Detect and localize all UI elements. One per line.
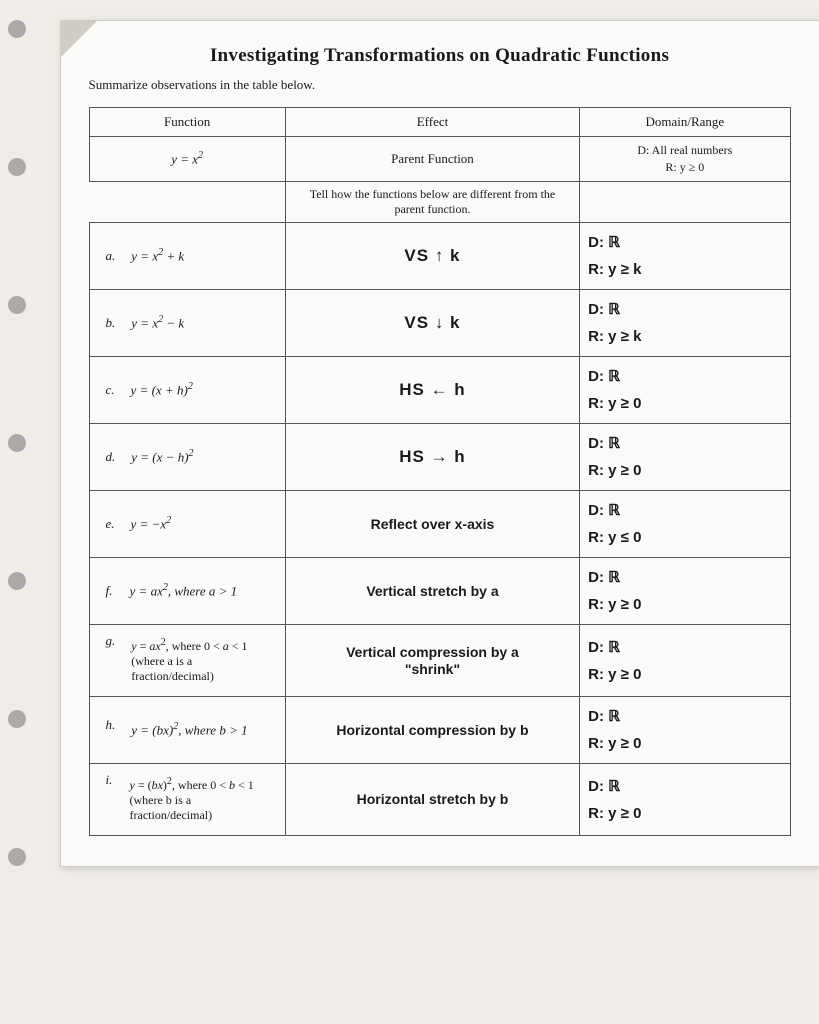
parent-domain-range: D: All real numbers R: y ≥ 0 <box>580 137 790 182</box>
row-g: g. y = ax2, where 0 < a < 1 (where a is … <box>89 625 790 697</box>
row-c-function: c. y = (x + h)2 <box>89 357 285 424</box>
page-title: Investigating Transformations on Quadrat… <box>89 45 791 67</box>
tell-blank-left <box>89 182 285 223</box>
parent-domain: D: All real numbers <box>588 143 781 158</box>
domain-f: D: ℝ R: y ≥ 0 <box>580 558 790 625</box>
row-a: a. y = x2 + k VS ↑ k D: ℝ R: y ≥ k <box>89 223 790 290</box>
effect-a: VS ↑ k <box>285 223 579 290</box>
subtitle: Summarize observations in the table belo… <box>89 77 791 93</box>
func-i: y = (bx)2, where 0 < b < 1 (where b is a… <box>122 770 277 829</box>
row-e: e. y = −x2 Reflect over x-axis D: ℝ R: y… <box>89 491 790 558</box>
tell-row: Tell how the functions below are differe… <box>89 182 790 223</box>
label-f: f. <box>98 576 122 605</box>
row-d-function: d. y = (x − h)2 <box>89 424 285 491</box>
page-container: Investigating Transformations on Quadrat… <box>60 20 819 867</box>
spiral-binding <box>8 20 26 986</box>
domain-a: D: ℝ R: y ≥ k <box>580 223 790 290</box>
row-f: f. y = ax2, where a > 1 Vertical stretch… <box>89 558 790 625</box>
domain-d: D: ℝ R: y ≥ 0 <box>580 424 790 491</box>
domain-c: D: ℝ R: y ≥ 0 <box>580 357 790 424</box>
effect-e: Reflect over x-axis <box>285 491 579 558</box>
page-corner-fold <box>60 20 100 60</box>
effect-h: Horizontal compression by b <box>285 697 579 764</box>
parent-function-label: Parent Function <box>285 137 579 182</box>
row-d: d. y = (x − h)2 HS → h D: ℝ R: y ≥ 0 <box>89 424 790 491</box>
label-d: d. <box>98 442 124 471</box>
transformations-table: Function Effect Domain/Range y = x2 Pare… <box>89 107 791 836</box>
label-c: c. <box>98 375 123 404</box>
header-domain-range: Domain/Range <box>580 108 790 137</box>
domain-h: D: ℝ R: y ≥ 0 <box>580 697 790 764</box>
effect-b: VS ↓ k <box>285 290 579 357</box>
row-b-function: b. y = x2 − k <box>89 290 285 357</box>
func-g: y = ax2, where 0 < a < 1 (where a is a f… <box>123 631 277 690</box>
func-c: y = (x + h)2 <box>123 375 277 404</box>
tell-text: Tell how the functions below are differe… <box>285 182 579 223</box>
header-function: Function <box>89 108 285 137</box>
label-h: h. <box>98 715 124 744</box>
label-b: b. <box>98 308 124 337</box>
parent-range: R: y ≥ 0 <box>588 160 781 175</box>
domain-i: D: ℝ R: y ≥ 0 <box>580 764 790 836</box>
label-g: g. <box>98 631 124 690</box>
parent-function-row: y = x2 Parent Function D: All real numbe… <box>89 137 790 182</box>
domain-b: D: ℝ R: y ≥ k <box>580 290 790 357</box>
domain-g: D: ℝ R: y ≥ 0 <box>580 625 790 697</box>
tell-blank-right <box>580 182 790 223</box>
row-e-function: e. y = −x2 <box>89 491 285 558</box>
row-a-function: a. y = x2 + k <box>89 223 285 290</box>
label-i: i. <box>98 770 122 829</box>
label-a: a. <box>98 241 124 270</box>
func-a: y = x2 + k <box>123 241 277 270</box>
func-b: y = x2 − k <box>123 308 277 337</box>
func-d: y = (x − h)2 <box>123 442 277 471</box>
effect-g: Vertical compression by a "shrink" <box>285 625 579 697</box>
header-effect: Effect <box>285 108 579 137</box>
domain-e: D: ℝ R: y ≤ 0 <box>580 491 790 558</box>
row-g-function: g. y = ax2, where 0 < a < 1 (where a is … <box>89 625 285 697</box>
row-h-function: h. y = (bx)2, where b > 1 <box>89 697 285 764</box>
row-i: i. y = (bx)2, where 0 < b < 1 (where b i… <box>89 764 790 836</box>
effect-c: HS ← h <box>285 357 579 424</box>
effect-f: Vertical stretch by a <box>285 558 579 625</box>
func-e: y = −x2 <box>123 509 277 538</box>
row-i-function: i. y = (bx)2, where 0 < b < 1 (where b i… <box>89 764 285 836</box>
effect-i: Horizontal stretch by b <box>285 764 579 836</box>
row-h: h. y = (bx)2, where b > 1 Horizontal com… <box>89 697 790 764</box>
func-h: y = (bx)2, where b > 1 <box>123 715 277 744</box>
func-f: y = ax2, where a > 1 <box>122 576 277 605</box>
effect-d: HS → h <box>285 424 579 491</box>
row-f-function: f. y = ax2, where a > 1 <box>89 558 285 625</box>
label-e: e. <box>98 509 123 538</box>
row-b: b. y = x2 − k VS ↓ k D: ℝ R: y ≥ k <box>89 290 790 357</box>
row-c: c. y = (x + h)2 HS ← h D: ℝ R: y ≥ 0 <box>89 357 790 424</box>
parent-function-expr: y = x2 <box>89 137 285 182</box>
